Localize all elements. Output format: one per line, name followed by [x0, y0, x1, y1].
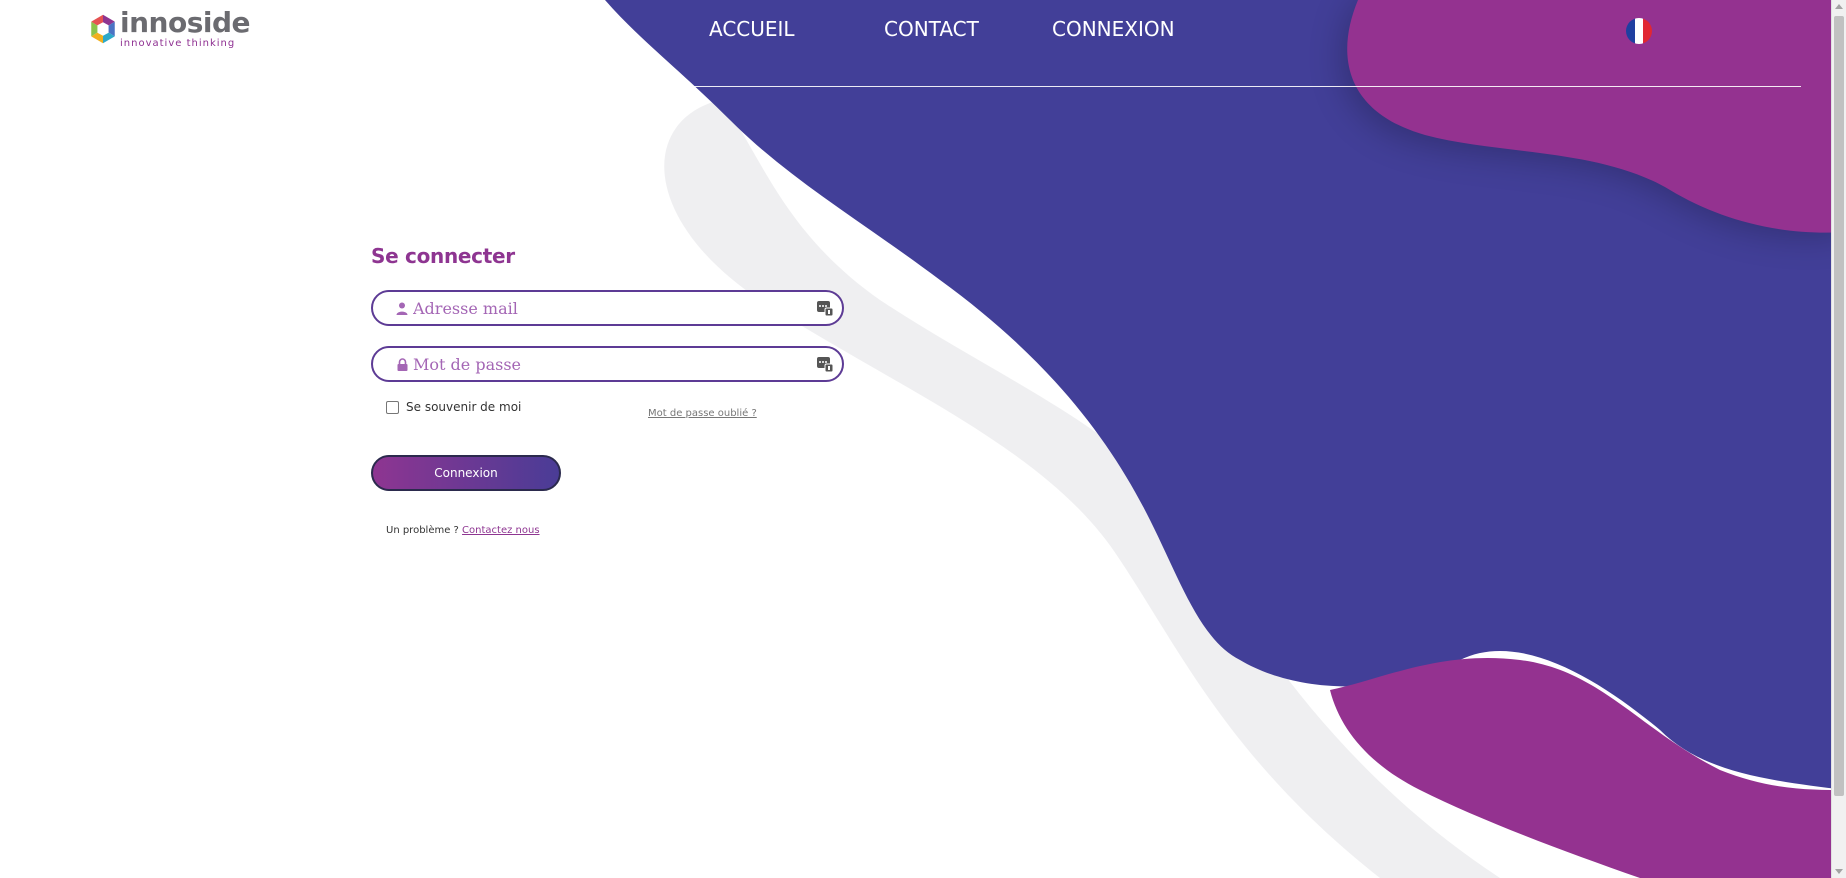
remember-me[interactable]: Se souvenir de moi: [386, 400, 521, 414]
email-field[interactable]: [371, 290, 844, 326]
forgot-password-link[interactable]: Mot de passe oublié ?: [648, 408, 757, 419]
login-title: Se connecter: [371, 244, 515, 268]
remember-checkbox[interactable]: [386, 400, 399, 414]
nav-item-connexion[interactable]: CONNEXION: [1052, 17, 1175, 41]
scroll-down-arrow-icon[interactable]: [1835, 869, 1843, 874]
login-button[interactable]: Connexion: [371, 455, 561, 491]
brand-tagline: innovative thinking: [120, 38, 236, 49]
contact-us-link[interactable]: Contactez nous: [462, 525, 540, 536]
password-field[interactable]: [371, 346, 844, 382]
help-label: Un problème ?: [386, 525, 459, 536]
france-flag-icon[interactable]: [1626, 18, 1652, 44]
password-input[interactable]: [413, 354, 803, 374]
brand-name: innoside: [120, 6, 251, 39]
password-manager-icon[interactable]: [816, 355, 834, 373]
lock-icon: [395, 357, 409, 371]
nav-divider: [675, 86, 1801, 87]
nav-item-accueil[interactable]: ACCUEIL: [709, 17, 795, 41]
user-icon: [395, 301, 409, 315]
brand-logo[interactable]: innoside innovative thinking: [90, 4, 251, 54]
nav-item-contact[interactable]: CONTACT: [884, 17, 979, 41]
password-manager-icon[interactable]: [816, 299, 834, 317]
scroll-up-arrow-icon[interactable]: [1835, 4, 1843, 9]
login-form: Se connecter Se souvenir de moi Mot de p…: [371, 244, 846, 536]
page-scrollbar[interactable]: [1831, 0, 1846, 878]
hexagon-logo-icon: [91, 14, 115, 44]
email-input[interactable]: [413, 298, 803, 318]
help-text: Un problème ? Contactez nous: [386, 525, 540, 536]
remember-label: Se souvenir de moi: [406, 400, 522, 414]
scroll-thumb[interactable]: [1834, 16, 1844, 796]
background-art: [605, 0, 1846, 878]
